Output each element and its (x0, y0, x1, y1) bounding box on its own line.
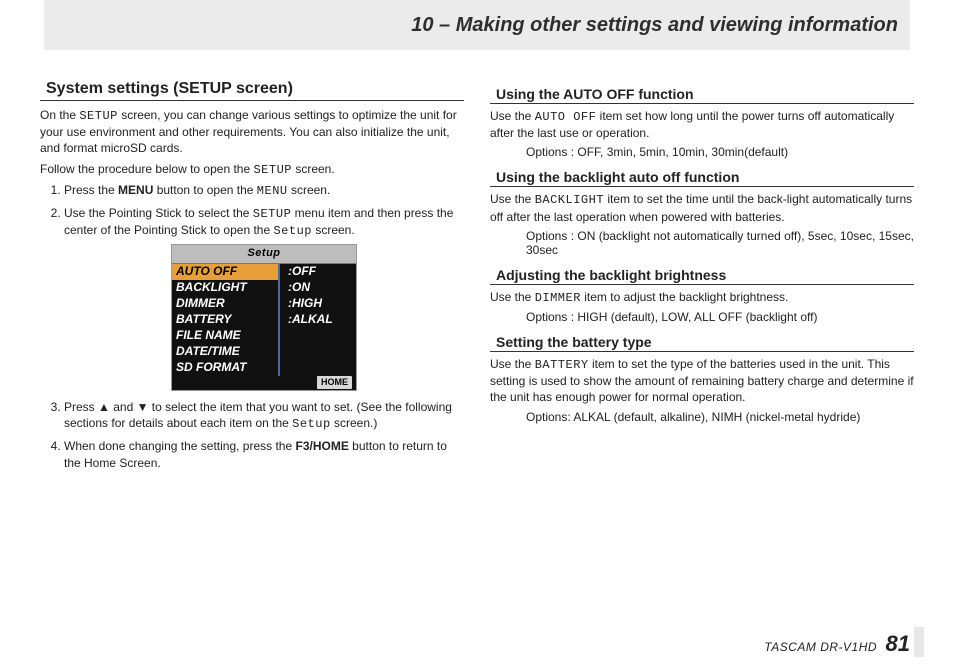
lcd-row-file-name: FILE NAME (172, 328, 356, 344)
section-heading-system-settings: System settings (SETUP screen) (40, 80, 464, 101)
lcd-title: Setup (172, 245, 356, 263)
options-text: Options : ON (backlight not automaticall… (526, 229, 914, 257)
section-heading-auto-off: Using the AUTO OFF function (490, 86, 914, 104)
paragraph: Use the BATTERY item to set the type of … (490, 356, 914, 406)
list-item: Press ▲ and ▼ to select the item that yo… (64, 399, 464, 434)
chapter-header: 10 – Making other settings and viewing i… (44, 0, 910, 50)
lcd-row-date-time: DATE/TIME (172, 344, 356, 360)
list-item: Press the MENU button to open the MENU s… (64, 182, 464, 200)
options-text: Options: ALKAL (default, alkaline), NIMH… (526, 410, 914, 424)
section-heading-backlight-brightness: Adjusting the backlight brightness (490, 267, 914, 285)
lcd-row-auto-off: AUTO OFF:OFF (172, 264, 356, 280)
paragraph: Follow the procedure below to open the S… (40, 161, 464, 178)
lcd-row-dimmer: DIMMER:HIGH (172, 296, 356, 312)
lcd-row-battery: BATTERY:ALKAL (172, 312, 356, 328)
right-column: Using the AUTO OFF function Use the AUTO… (490, 76, 914, 621)
page-edge-marker (914, 627, 924, 657)
left-column: System settings (SETUP screen) On the SE… (40, 76, 464, 621)
page-footer: TASCAM DR-V1HD 81 (764, 631, 910, 657)
paragraph: On the SETUP screen, you can change vari… (40, 107, 464, 157)
lcd-footer: HOME (172, 376, 356, 390)
lcd-home-tag: HOME (317, 376, 352, 389)
section-heading-battery-type: Setting the battery type (490, 334, 914, 352)
chapter-title: 10 – Making other settings and viewing i… (411, 14, 898, 37)
lcd-row-sd-format: SD FORMAT (172, 360, 356, 376)
list-item: Use the Pointing Stick to select the SET… (64, 205, 464, 391)
page-number: 81 (882, 631, 910, 656)
options-text: Options : HIGH (default), LOW, ALL OFF (… (526, 310, 914, 324)
lcd-setup-screen: Setup AUTO OFF:OFF BACKLIGHT:ON DIMMER:H… (171, 244, 357, 390)
procedure-list: Press the MENU button to open the MENU s… (40, 182, 464, 472)
product-model: TASCAM DR-V1HD (764, 640, 877, 654)
paragraph: Use the BACKLIGHT item to set the time u… (490, 191, 914, 224)
lcd-row-backlight: BACKLIGHT:ON (172, 280, 356, 296)
paragraph: Use the AUTO OFF item set how long until… (490, 108, 914, 141)
options-text: Options : OFF, 3min, 5min, 10min, 30min(… (526, 145, 914, 159)
paragraph: Use the DIMMER item to adjust the backli… (490, 289, 914, 306)
section-heading-backlight-auto-off: Using the backlight auto off function (490, 169, 914, 187)
list-item: When done changing the setting, press th… (64, 438, 464, 472)
